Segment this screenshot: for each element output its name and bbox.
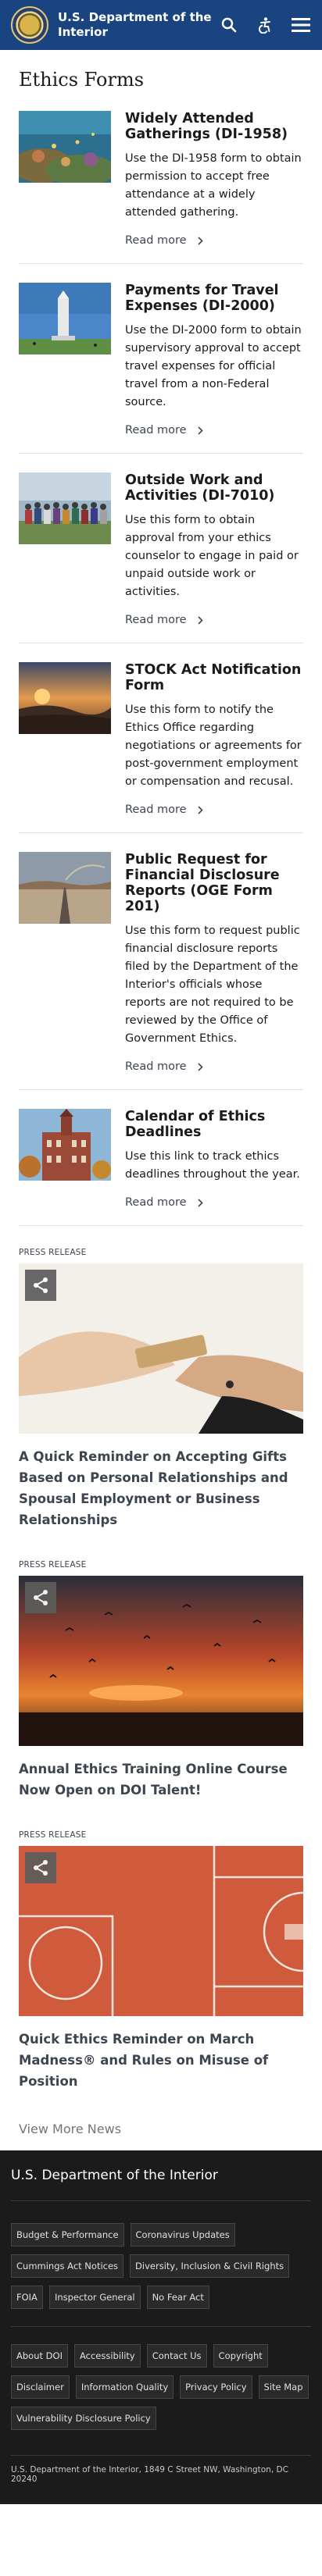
form-description: Use the DI-2000 form to obtain superviso…: [125, 324, 302, 408]
chevron-right-icon: [198, 1198, 203, 1207]
site-header: U.S. Department of the Interior: [0, 0, 322, 50]
view-more-news-link[interactable]: View More News: [19, 2122, 121, 2150]
footer-link[interactable]: No Fear Act: [146, 2286, 209, 2309]
news-item: PRESS RELEASE Annual Ethics Training Onl…: [19, 1560, 303, 1801]
form-title[interactable]: Outside Work and Activities (DI-7010): [125, 472, 303, 504]
news-kicker: PRESS RELEASE: [19, 1830, 87, 1840]
footer-link[interactable]: Accessibility: [73, 2344, 141, 2368]
read-more-link[interactable]: Read more: [125, 424, 203, 436]
seal-logo[interactable]: [11, 6, 48, 44]
chevron-right-icon: [198, 426, 203, 435]
form-title[interactable]: Widely Attended Gatherings (DI-1958): [125, 111, 303, 142]
accessibility-icon[interactable]: [255, 15, 275, 35]
footer-link[interactable]: About DOI: [11, 2344, 68, 2368]
form-card: Widely Attended Gatherings (DI-1958) Use…: [19, 111, 303, 264]
chevron-right-icon: [198, 1062, 203, 1071]
desert-road-thumbnail[interactable]: [19, 852, 111, 924]
sunset-coast-thumbnail[interactable]: [19, 662, 111, 734]
read-more-label: Read more: [125, 803, 187, 816]
read-more-link[interactable]: Read more: [125, 1196, 203, 1209]
news-title[interactable]: A Quick Reminder on Accepting Gifts Base…: [19, 1446, 303, 1530]
read-more-label: Read more: [125, 424, 187, 436]
read-more-link[interactable]: Read more: [125, 803, 203, 816]
form-card: Public Request for Financial Disclosure …: [19, 852, 303, 1090]
menu-icon[interactable]: [291, 15, 311, 35]
form-description: Use this form to obtain approval from yo…: [125, 514, 299, 598]
read-more-label: Read more: [125, 614, 187, 626]
form-card: STOCK Act Notification Form Use this for…: [19, 662, 303, 833]
chevron-right-icon: [198, 805, 203, 814]
footer-link[interactable]: Contact Us: [146, 2344, 207, 2368]
form-card: Calendar of Ethics Deadlines Use this li…: [19, 1109, 303, 1226]
chevron-right-icon: [198, 615, 203, 625]
footer-link[interactable]: Disclaimer: [11, 2375, 70, 2399]
read-more-link[interactable]: Read more: [125, 234, 203, 247]
form-title[interactable]: STOCK Act Notification Form: [125, 662, 303, 693]
chevron-right-icon: [198, 236, 203, 245]
news-item: PRESS RELEASE Quick Ethics Reminder on M…: [19, 1830, 303, 2092]
share-icon[interactable]: [25, 1270, 56, 1301]
historic-building-thumbnail[interactable]: [19, 1109, 111, 1181]
main-content: Ethics Forms Widely Attended Gatherings …: [0, 50, 322, 2150]
form-description: Use this link to track ethics deadlines …: [125, 1150, 300, 1181]
form-description: Use this form to request public financia…: [125, 925, 300, 1045]
read-more-link[interactable]: Read more: [125, 1060, 203, 1073]
site-title[interactable]: U.S. Department of the Interior: [58, 10, 214, 40]
share-icon[interactable]: [25, 1582, 56, 1613]
site-footer: U.S. Department of the Interior Budget &…: [0, 2150, 322, 2504]
read-more-label: Read more: [125, 1196, 187, 1209]
news-title[interactable]: Annual Ethics Training Online Course Now…: [19, 1758, 303, 1801]
footer-link[interactable]: Cummings Act Notices: [11, 2254, 124, 2278]
footer-link[interactable]: Copyright: [213, 2344, 268, 2368]
footer-title[interactable]: U.S. Department of the Interior: [11, 2168, 311, 2201]
form-description: Use this form to notify the Ethics Offic…: [125, 704, 302, 788]
news-item: PRESS RELEASE A Quick Reminder on Accept…: [19, 1248, 303, 1530]
page-title: Ethics Forms: [19, 69, 145, 91]
search-icon[interactable]: [219, 15, 239, 35]
sunset-birds-image[interactable]: [19, 1576, 303, 1746]
form-card: Payments for Travel Expenses (DI-2000) U…: [19, 283, 303, 454]
coral-reef-thumbnail[interactable]: [19, 111, 111, 183]
read-more-label: Read more: [125, 1060, 187, 1073]
footer-links-primary: Budget & Performance Coronavirus Updates…: [11, 2223, 311, 2327]
news-title[interactable]: Quick Ethics Reminder on March Madness® …: [19, 2029, 303, 2092]
read-more-label: Read more: [125, 234, 187, 247]
form-title[interactable]: Public Request for Financial Disclosure …: [125, 852, 303, 914]
form-title[interactable]: Calendar of Ethics Deadlines: [125, 1109, 303, 1140]
news-section: PRESS RELEASE A Quick Reminder on Accept…: [19, 1248, 303, 2150]
footer-link[interactable]: Budget & Performance: [11, 2223, 124, 2246]
form-card: Outside Work and Activities (DI-7010) Us…: [19, 472, 303, 643]
group-photo-thumbnail[interactable]: [19, 472, 111, 544]
news-kicker: PRESS RELEASE: [19, 1248, 87, 1257]
footer-link[interactable]: Coronavirus Updates: [130, 2223, 235, 2246]
footer-links-secondary: About DOI Accessibility Contact Us Copyr…: [11, 2344, 311, 2447]
share-icon[interactable]: [25, 1852, 56, 1883]
read-more-link[interactable]: Read more: [125, 614, 203, 626]
footer-link[interactable]: Information Quality: [75, 2375, 174, 2399]
footer-address: U.S. Department of the Interior, 1849 C …: [11, 2455, 311, 2484]
form-title[interactable]: Payments for Travel Expenses (DI-2000): [125, 283, 303, 314]
footer-link[interactable]: Vulnerability Disclosure Policy: [11, 2407, 156, 2430]
footer-link[interactable]: Inspector General: [48, 2286, 141, 2309]
footer-link[interactable]: FOIA: [11, 2286, 43, 2309]
footer-link[interactable]: Diversity, Inclusion & Civil Rights: [130, 2254, 290, 2278]
news-kicker: PRESS RELEASE: [19, 1560, 87, 1569]
footer-link[interactable]: Privacy Policy: [180, 2375, 252, 2399]
footer-link[interactable]: Site Map: [258, 2375, 309, 2399]
gift-exchange-image[interactable]: [19, 1263, 303, 1434]
form-description: Use the DI-1958 form to obtain permissio…: [125, 152, 302, 219]
monument-thumbnail[interactable]: [19, 283, 111, 355]
basketball-court-image[interactable]: [19, 1846, 303, 2016]
